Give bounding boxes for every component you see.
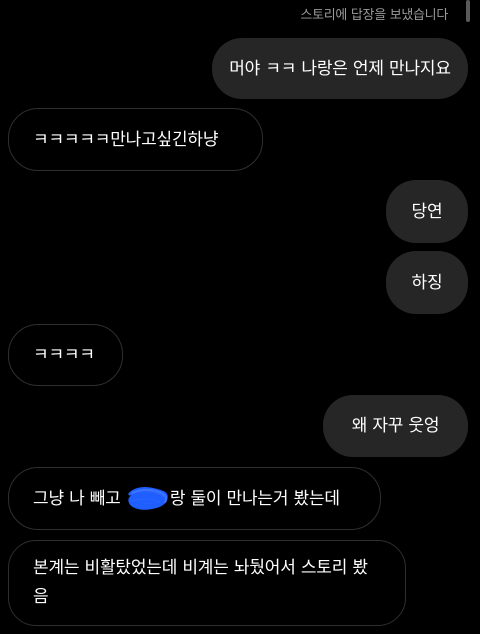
message-incoming[interactable]: ㅋㅋㅋㅋㅋ만나고싶긴하냥: [8, 108, 263, 171]
message-text: 하징: [411, 272, 443, 293]
message-text: 그냥 나 빼고 랑 둘이 만나는거 봤는데: [33, 485, 340, 513]
message-outgoing[interactable]: 왜 자꾸 웃엉: [323, 395, 468, 457]
story-reply-status: 스토리에 답장을 보냈습니다: [300, 8, 448, 23]
message-text: 왜 자꾸 웃엉: [351, 416, 440, 436]
message-text: 본계는 비활탔었는데 비계는 놔뒀어서 스토리 봤음: [33, 558, 368, 607]
message-outgoing[interactable]: 하징: [386, 251, 468, 314]
redacted-name-scribble: [128, 486, 168, 510]
message-incoming[interactable]: 본계는 비활탔었는데 비계는 놔뒀어서 스토리 봤음: [8, 540, 406, 626]
message-text-before: 그냥 나 빼고: [33, 488, 126, 509]
message-incoming[interactable]: ㅋㅋㅋㅋ: [8, 324, 123, 386]
message-text: ㅋㅋㅋㅋㅋ만나고싶긴하냥: [33, 129, 219, 150]
message-incoming[interactable]: 그냥 나 빼고 랑 둘이 만나는거 봤는데: [8, 467, 381, 530]
message-outgoing[interactable]: 머야 ㅋㅋ 나랑은 언제 만나지요: [212, 38, 468, 99]
message-outgoing[interactable]: 당연: [386, 180, 468, 243]
message-text: 당연: [411, 201, 443, 222]
message-text-after: 랑 둘이 만나는거 봤는데: [169, 488, 340, 509]
message-text: 머야 ㅋㅋ 나랑은 언제 만나지요: [229, 58, 451, 79]
scroll-indicator[interactable]: [466, 0, 470, 22]
message-text: ㅋㅋㅋㅋ: [33, 345, 95, 365]
